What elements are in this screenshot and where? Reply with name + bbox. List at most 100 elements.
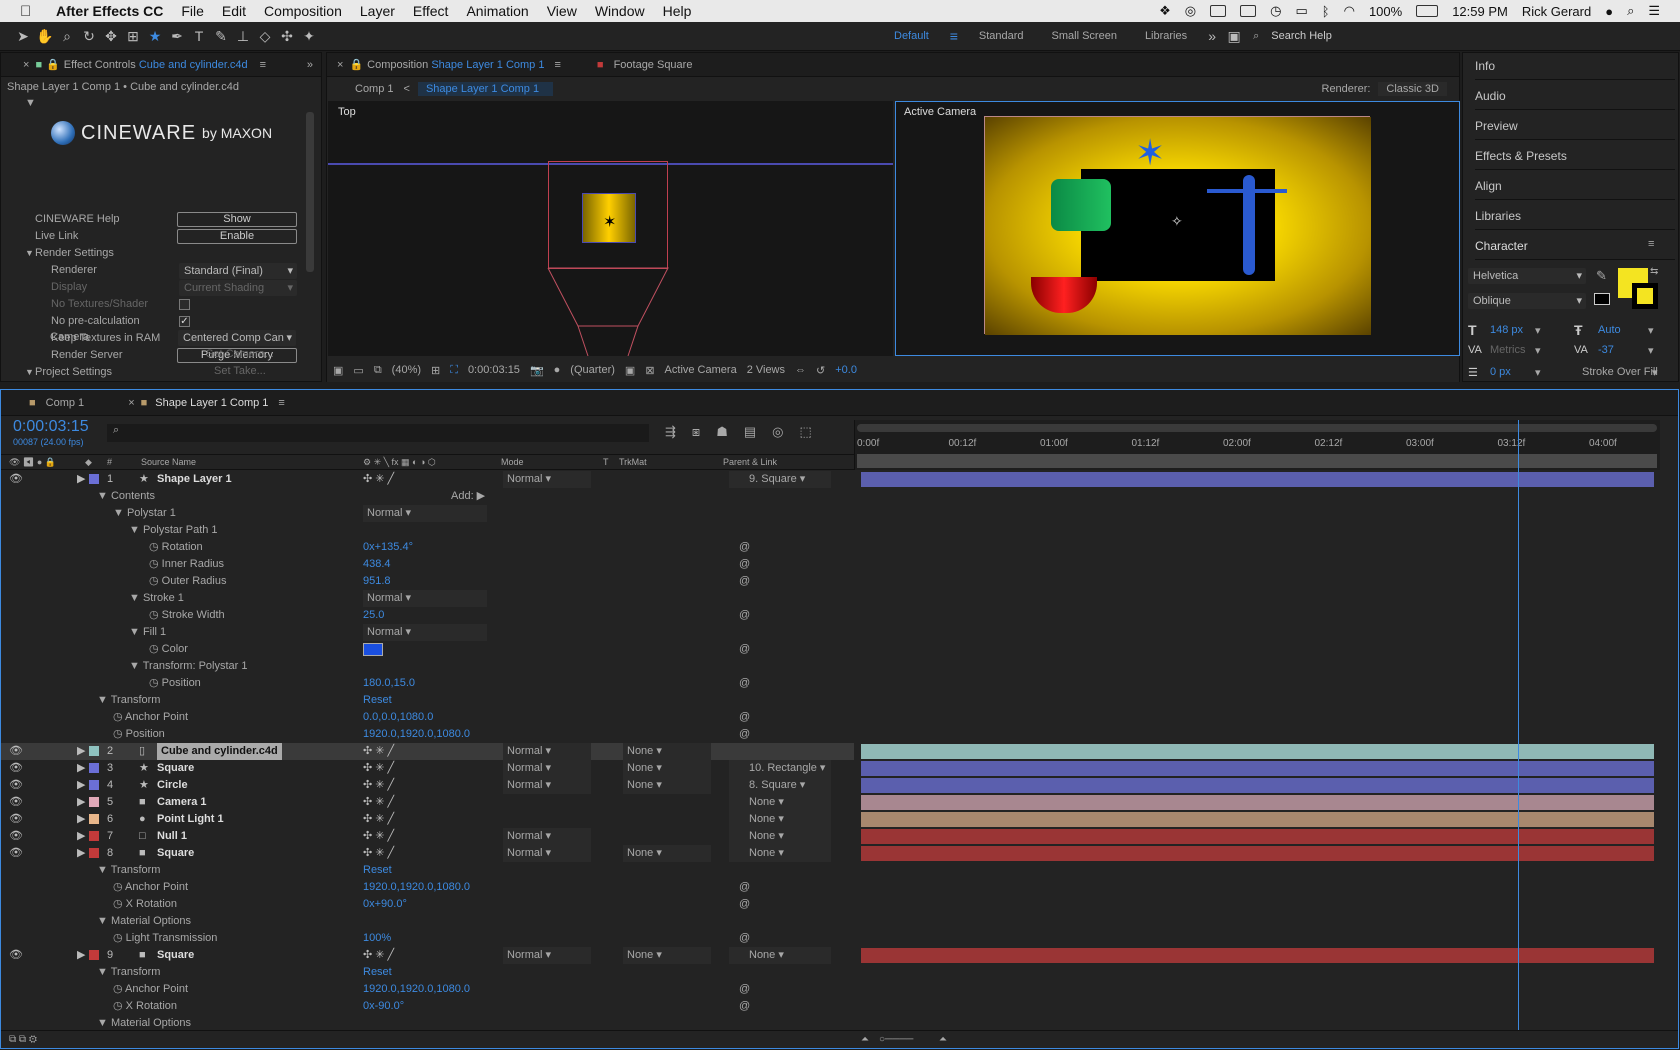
- type-tool-icon[interactable]: T: [188, 26, 210, 46]
- blend-mode-dropdown[interactable]: Normal ▾: [503, 743, 591, 760]
- menu-edit[interactable]: Edit: [222, 3, 246, 19]
- graph-editor-icon[interactable]: ⬚: [799, 424, 811, 440]
- property-name[interactable]: ▼ Fill 1: [129, 624, 166, 641]
- menu-help[interactable]: Help: [663, 3, 692, 19]
- channel-icon[interactable]: ●: [554, 364, 561, 376]
- parent-dropdown[interactable]: None ▾: [729, 845, 831, 862]
- property-name[interactable]: ▼ Polystar Path 1: [129, 522, 218, 539]
- timeline-menu-icon[interactable]: ≡: [278, 397, 284, 409]
- twirl-icon[interactable]: ▶: [77, 947, 85, 964]
- label-color[interactable]: [89, 797, 99, 807]
- property-name[interactable]: ▼ Transform: [97, 964, 160, 981]
- property-name[interactable]: ▼ Contents: [97, 488, 155, 505]
- layer-switches[interactable]: ✣ ✳ ╱: [363, 811, 394, 828]
- property-row[interactable]: ▼ Stroke 1 Normal ▾: [1, 590, 854, 607]
- layer-name[interactable]: Null 1: [157, 828, 187, 845]
- menu-layer[interactable]: Layer: [360, 3, 395, 19]
- property-name[interactable]: ▼ Transform: [97, 692, 160, 709]
- stopwatch-icon[interactable]: ◷: [149, 677, 159, 689]
- stopwatch-icon[interactable]: ◷: [149, 541, 159, 553]
- composition-tab-name[interactable]: Shape Layer 1 Comp 1: [431, 59, 544, 71]
- expand-panel-icon[interactable]: »: [307, 59, 313, 71]
- label-color[interactable]: [89, 746, 99, 756]
- viewer-timecode[interactable]: 0:00:03:15: [468, 364, 520, 376]
- stroke-color-swatch[interactable]: [1632, 283, 1658, 309]
- monitor-icon[interactable]: [1240, 5, 1257, 17]
- label-color[interactable]: [89, 814, 99, 824]
- property-row[interactable]: ▼ Material Options: [1, 1015, 854, 1031]
- visibility-eye-icon[interactable]: 👁: [9, 743, 23, 760]
- top-view-comp-thumbnail[interactable]: ✶: [582, 193, 636, 243]
- region-of-interest-icon[interactable]: ⛶: [450, 364, 458, 377]
- property-name[interactable]: ◷ Rotation: [149, 539, 203, 556]
- parent-dropdown[interactable]: 10. Rectangle ▾: [729, 760, 831, 777]
- property-name[interactable]: ▼ Material Options: [97, 913, 191, 930]
- blend-mode-dropdown[interactable]: Normal ▾: [503, 828, 591, 845]
- menu-view[interactable]: View: [547, 3, 577, 19]
- layer-name[interactable]: Point Light 1: [157, 811, 224, 828]
- property-row[interactable]: ◷ Rotation 0x+135.4° @: [1, 539, 854, 556]
- effect-controls-tab[interactable]: × ■ 🔒 Effect Controls Cube and cylinder.…: [1, 53, 321, 77]
- property-value[interactable]: 1920.0,1920.0,1080.0: [363, 879, 470, 896]
- pickwhip-icon[interactable]: @: [739, 896, 750, 913]
- layer-switches[interactable]: ✣ ✳ ╱: [363, 743, 394, 760]
- col-number[interactable]: #: [107, 455, 112, 469]
- zoom-in-icon[interactable]: ⏶: [939, 1031, 947, 1049]
- rotation-tool-icon[interactable]: ↻: [78, 26, 100, 46]
- more-workspaces-icon[interactable]: »: [1201, 26, 1223, 46]
- add-contents-button[interactable]: Add: ▶: [451, 488, 485, 505]
- fill-color-swatch-tl[interactable]: [363, 643, 383, 656]
- stroke-mode-arrow-icon[interactable]: ▾: [1652, 366, 1658, 379]
- property-name[interactable]: ◷ Anchor Point: [113, 981, 188, 998]
- clone-stamp-tool-icon[interactable]: ⊥: [232, 26, 254, 46]
- layer-name[interactable]: Shape Layer 1: [157, 471, 232, 488]
- layer-switches[interactable]: ✣ ✳ ╱: [363, 794, 394, 811]
- twirl-icon[interactable]: ▶: [77, 794, 85, 811]
- stroke-width-dropdown-icon[interactable]: ▾: [1535, 366, 1541, 379]
- property-value[interactable]: 1920.0,1920.0,1080.0: [363, 981, 470, 998]
- puppet-tool-icon[interactable]: ✦: [298, 26, 320, 46]
- kerning-value[interactable]: Metrics: [1490, 344, 1525, 356]
- info-panel-tab[interactable]: Info: [1475, 52, 1675, 80]
- dropbox-icon[interactable]: ❖: [1159, 3, 1171, 19]
- layer-switches[interactable]: ✣ ✳ ╱: [363, 828, 394, 845]
- pickwhip-icon[interactable]: @: [739, 675, 750, 692]
- layer-name[interactable]: Square: [157, 947, 194, 964]
- twirl-icon[interactable]: ▶: [77, 811, 85, 828]
- pickwhip-icon[interactable]: @: [739, 981, 750, 998]
- comp-crumb-comp1[interactable]: Comp 1: [355, 83, 394, 95]
- pickwhip-icon[interactable]: @: [739, 998, 750, 1015]
- stopwatch-icon[interactable]: ◷: [149, 643, 159, 655]
- col-trkmat[interactable]: TrkMat: [619, 455, 647, 469]
- label-color[interactable]: [89, 474, 99, 484]
- comp-crumb-current[interactable]: Shape Layer 1 Comp 1: [417, 82, 554, 96]
- live-link-enable-button[interactable]: Enable: [177, 229, 297, 244]
- parent-dropdown[interactable]: None ▾: [729, 828, 831, 845]
- exposure-value[interactable]: +0.0: [835, 364, 857, 376]
- property-name[interactable]: ◷ Position: [113, 726, 165, 743]
- twirl-icon[interactable]: ▶: [77, 845, 85, 862]
- pickwhip-icon[interactable]: @: [739, 556, 750, 573]
- spotlight-icon[interactable]: ⌕: [1627, 3, 1634, 19]
- pickwhip-icon[interactable]: @: [739, 573, 750, 590]
- property-row[interactable]: ◷ Stroke Width 25.0 @: [1, 607, 854, 624]
- font-size-value[interactable]: 148 px: [1490, 324, 1523, 336]
- twirl-icon[interactable]: ▶: [77, 828, 85, 845]
- property-value[interactable]: 0x-90.0°: [363, 998, 404, 1015]
- zoom-out-icon[interactable]: ⏶: [861, 1031, 869, 1049]
- time-ruler[interactable]: 0:00f 00:12f 01:00f 01:12f 02:00f 02:12f 03:00…: [857, 438, 1657, 452]
- twirl-down-icon[interactable]: ▼: [25, 95, 36, 112]
- layer-row[interactable]: 👁 ▶ 9 ■ Square ✣ ✳ ╱ Normal ▾ None ▾ None ▾: [1, 947, 1654, 964]
- parent-dropdown[interactable]: None ▾: [729, 947, 831, 964]
- property-name[interactable]: ◷ Light Transmission: [113, 930, 217, 947]
- property-row[interactable]: ▼ Transform Reset: [1, 964, 854, 981]
- visibility-eye-icon[interactable]: 👁: [9, 845, 23, 862]
- close-comp-tab-icon[interactable]: ×: [337, 59, 343, 71]
- trkmat-dropdown[interactable]: None ▾: [623, 760, 711, 777]
- label-color[interactable]: [89, 763, 99, 773]
- property-value[interactable]: 1920.0,1920.0,1080.0: [363, 726, 470, 743]
- trkmat-dropdown[interactable]: None ▾: [623, 845, 711, 862]
- roto-brush-tool-icon[interactable]: ✣: [276, 26, 298, 46]
- leading-dropdown-icon[interactable]: ▾: [1648, 324, 1654, 337]
- property-row[interactable]: ◷ Outer Radius 951.8 @: [1, 573, 854, 590]
